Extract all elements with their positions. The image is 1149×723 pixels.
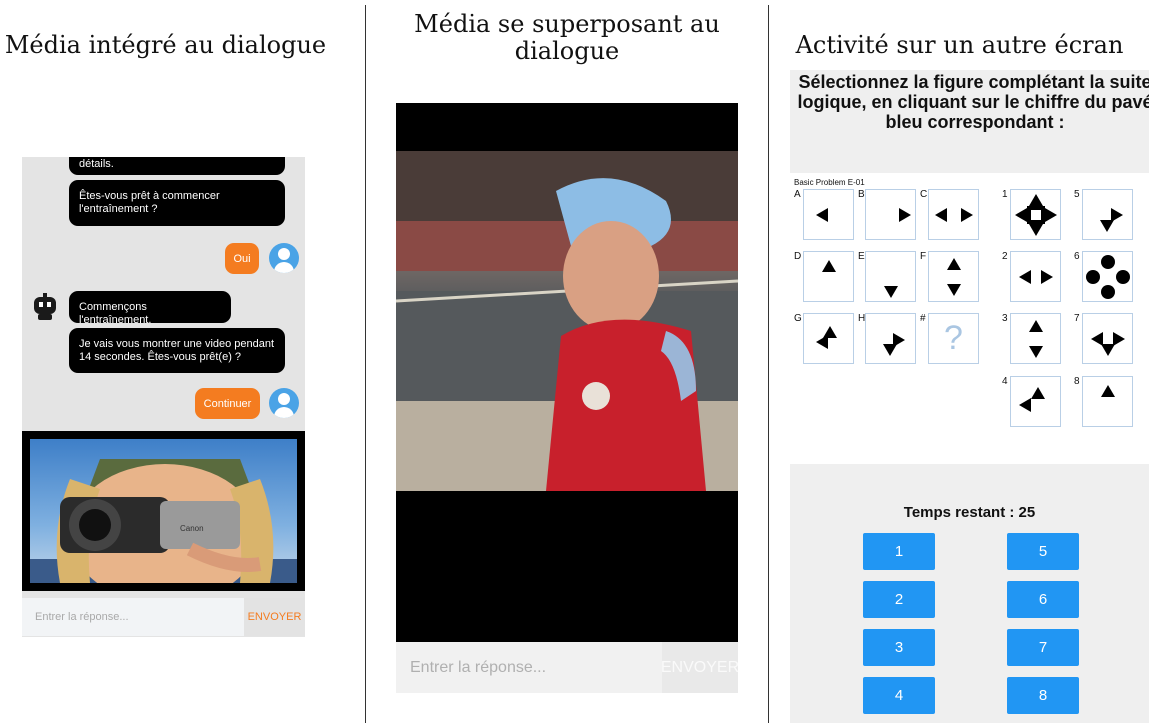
option-cell-6 xyxy=(1082,251,1133,302)
arrows-up-left-icon xyxy=(816,326,837,349)
puzzle-cell-h xyxy=(865,313,916,364)
bot-avatar-icon xyxy=(34,293,56,320)
puzzle-cell-c xyxy=(928,189,979,240)
option-label-6: 6 xyxy=(1074,251,1080,262)
answer-button-4[interactable]: 4 xyxy=(863,677,935,714)
cell-label-missing: # xyxy=(920,313,926,324)
answer-button-1[interactable]: 1 xyxy=(863,533,935,570)
chat-screen-embedded: détails. Êtes-vous prêt à commencer l'en… xyxy=(22,157,305,637)
arrows-up-down-icon xyxy=(947,258,961,296)
option-label-2: 2 xyxy=(1002,251,1008,262)
option-label-3: 3 xyxy=(1002,313,1008,324)
activity-screen: Sélectionnez la figure complétant la sui… xyxy=(790,70,1149,723)
user-message: Continuer xyxy=(195,388,260,419)
arrows-up-down-icon xyxy=(1029,320,1043,358)
arrows-down-right-icon xyxy=(883,333,905,356)
puzzle-cell-a xyxy=(803,189,854,240)
arrow-right-icon xyxy=(899,208,911,222)
video-frame-camera-woman: Canon xyxy=(30,439,297,583)
four-arrows-cross-icon xyxy=(1015,194,1057,236)
column-divider-2 xyxy=(768,5,769,723)
option-label-1: 1 xyxy=(1002,189,1008,200)
answer-input-bar: Entrer la réponse... ENVOYER xyxy=(396,642,738,693)
option-cell-5 xyxy=(1082,189,1133,240)
arrows-down-right-icon xyxy=(1100,208,1123,232)
column-title-overlay-line1: Média se superposant au xyxy=(414,10,720,38)
cell-label-d: D xyxy=(794,251,802,262)
user-message: Oui xyxy=(225,243,259,274)
cell-label-a: A xyxy=(794,189,801,200)
cell-label-b: B xyxy=(858,189,865,200)
answer-button-7[interactable]: 7 xyxy=(1007,629,1079,666)
puzzle-cell-e xyxy=(865,251,916,302)
answer-keypad-area xyxy=(790,464,1149,723)
arrows-left-right-icon xyxy=(935,208,973,222)
camera-brand: Canon xyxy=(180,524,204,533)
bot-message: Je vais vous montrer une video pendant 1… xyxy=(69,328,285,373)
option-cell-2 xyxy=(1010,251,1061,302)
column-title-embedded: Média intégré au dialogue xyxy=(4,31,327,59)
option-label-5: 5 xyxy=(1074,189,1080,200)
answer-input[interactable]: Entrer la réponse... xyxy=(410,659,546,677)
option-cell-4 xyxy=(1010,376,1061,427)
answer-input[interactable]: Entrer la réponse... xyxy=(35,611,129,623)
option-cell-7 xyxy=(1082,313,1133,364)
bot-message: Commençons l'entraînement. xyxy=(69,291,231,326)
arrow-down-icon xyxy=(884,286,898,298)
option-label-8: 8 xyxy=(1074,376,1080,387)
column-title-overlay: Média se superposant au dialogue xyxy=(376,11,758,65)
option-label-4: 4 xyxy=(1002,376,1008,387)
problem-label: Basic Problem E-01 xyxy=(794,178,865,187)
arrow-left-icon xyxy=(816,208,828,222)
send-button[interactable]: ENVOYER xyxy=(244,598,305,636)
answer-button-5[interactable]: 5 xyxy=(1007,533,1079,570)
option-cell-1 xyxy=(1010,189,1061,240)
instruction-text: Sélectionnez la figure complétant la sui… xyxy=(797,72,1149,132)
column-title-overlay-line2: dialogue xyxy=(514,37,620,65)
arrows-left-right-down-icon xyxy=(1091,332,1125,356)
bot-message: Êtes-vous prêt à commencer l'entraînemen… xyxy=(69,180,285,226)
overlay-video[interactable] xyxy=(396,151,738,491)
puzzle-cell-b xyxy=(865,189,916,240)
puzzle-cell-f xyxy=(928,251,979,302)
video-overlay-screen: Entrer la réponse... ENVOYER xyxy=(396,103,738,693)
question-mark-icon: ? xyxy=(944,319,963,357)
arrow-up-icon xyxy=(822,260,836,272)
timer-text: Temps restant : 25 xyxy=(903,504,1036,521)
puzzle-cell-g xyxy=(803,313,854,364)
cell-label-e: E xyxy=(858,251,865,262)
column-divider-1 xyxy=(365,5,366,723)
arrow-up-icon xyxy=(1101,385,1115,397)
video-frame-child-parade xyxy=(396,151,738,491)
embedded-video[interactable]: Canon xyxy=(22,431,305,591)
four-dots-icon xyxy=(1086,255,1130,299)
arrows-up-left-icon xyxy=(1019,387,1045,412)
answer-button-3[interactable]: 3 xyxy=(863,629,935,666)
option-cell-3 xyxy=(1010,313,1061,364)
answer-input-bar: Entrer la réponse... ENVOYER xyxy=(22,598,305,636)
cell-label-f: F xyxy=(920,251,927,262)
user-avatar-icon xyxy=(269,388,299,418)
cell-label-c: C xyxy=(920,189,928,200)
send-button[interactable]: ENVOYER xyxy=(661,642,738,693)
column-title-other-screen: Activité sur un autre écran xyxy=(795,31,1124,59)
cell-label-g: G xyxy=(794,313,802,324)
puzzle-cell-d xyxy=(803,251,854,302)
puzzle-cell-missing: ? xyxy=(928,313,979,364)
bot-message: détails. xyxy=(69,157,285,175)
answer-button-6[interactable]: 6 xyxy=(1007,581,1079,618)
option-cell-8 xyxy=(1082,376,1133,427)
user-avatar-icon xyxy=(269,243,299,273)
option-label-7: 7 xyxy=(1074,313,1080,324)
arrows-left-right-icon xyxy=(1019,270,1053,284)
answer-button-8[interactable]: 8 xyxy=(1007,677,1079,714)
answer-button-2[interactable]: 2 xyxy=(863,581,935,618)
